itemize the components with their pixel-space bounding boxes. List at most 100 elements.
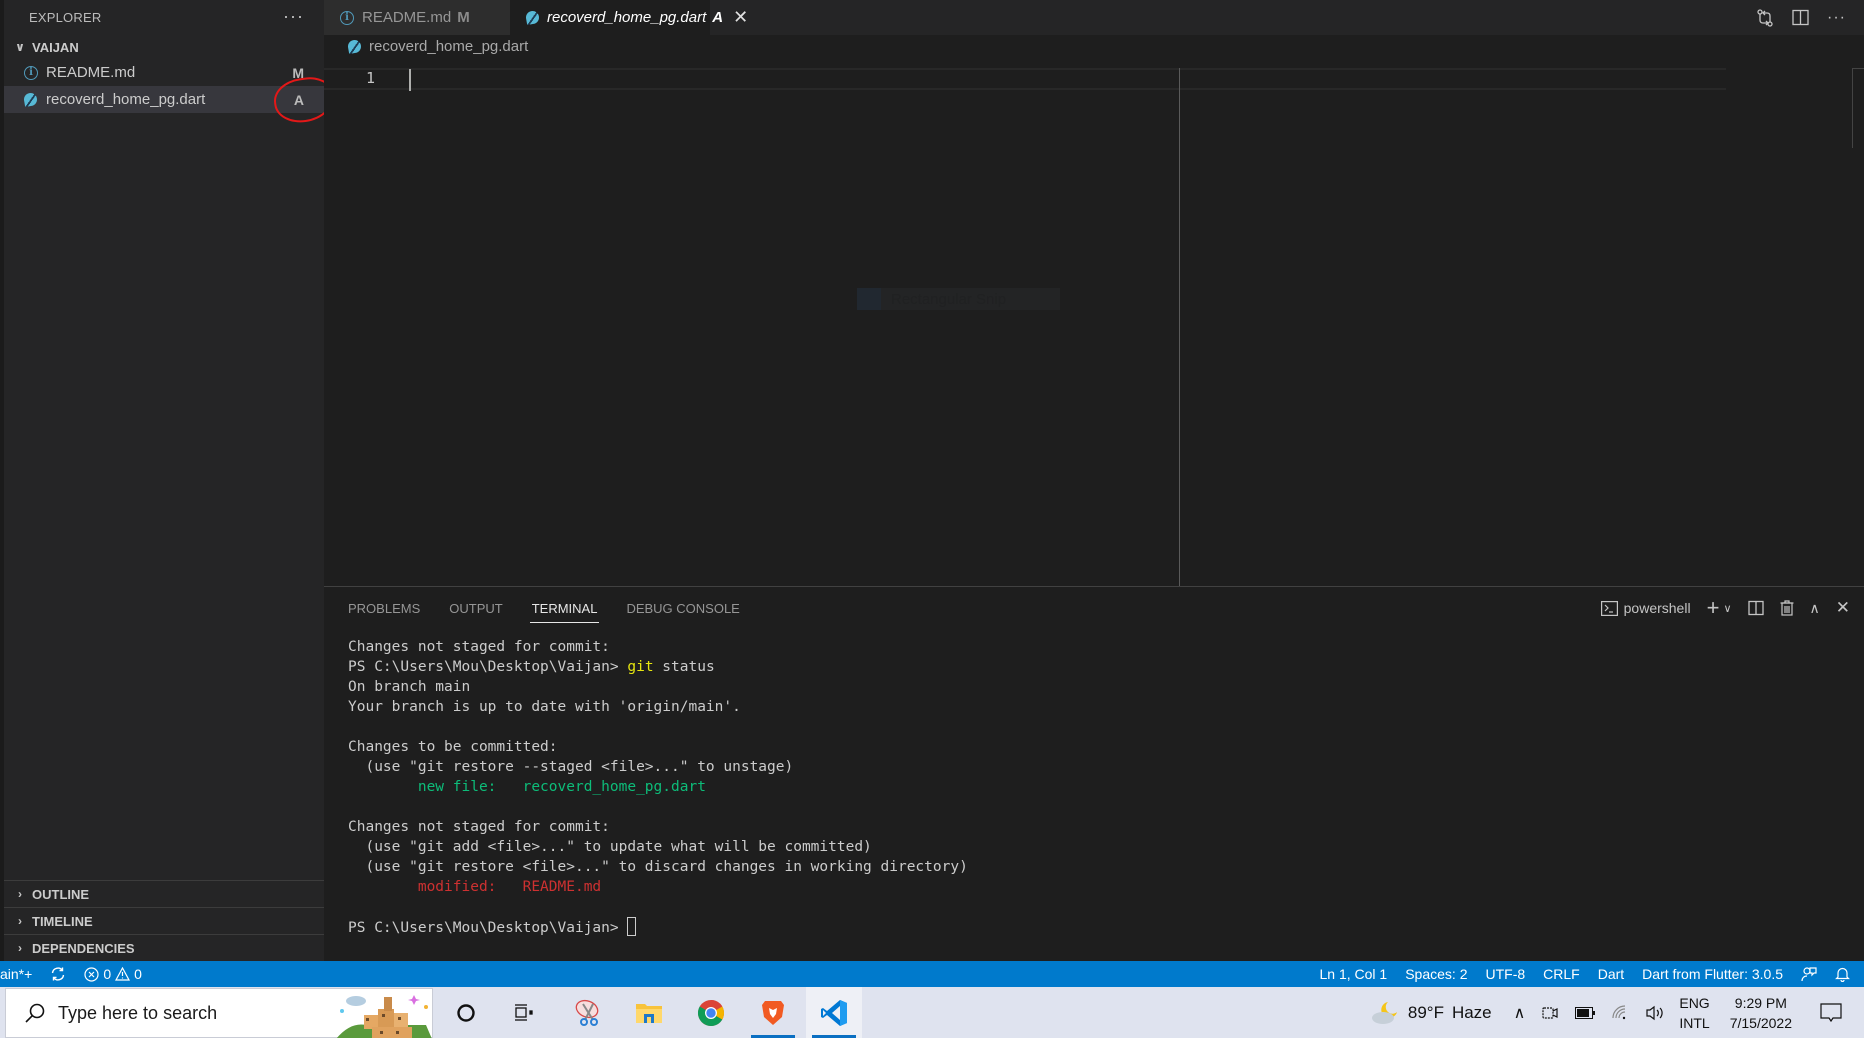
snipping-tool-button[interactable] xyxy=(560,987,616,1038)
search-highlight-illustration xyxy=(336,995,432,1038)
file-item-readme[interactable]: i README.md M xyxy=(4,59,324,86)
cortana-button[interactable] xyxy=(438,987,494,1038)
tab-git-badge: M xyxy=(457,9,470,26)
folder-name: VAIJAN xyxy=(32,39,79,55)
close-tab-icon[interactable]: ✕ xyxy=(733,7,748,28)
feedback-icon[interactable] xyxy=(1801,966,1817,982)
section-outline[interactable]: › OUTLINE xyxy=(4,880,324,907)
file-explorer-button[interactable] xyxy=(621,987,677,1038)
folder-header[interactable]: ∨ VAIJAN xyxy=(4,35,324,59)
dart-icon xyxy=(22,91,39,108)
chrome-button[interactable] xyxy=(683,987,739,1038)
file-item-recoverd-home-pg[interactable]: recoverd_home_pg.dart A xyxy=(4,74,337,126)
chevron-right-icon: › xyxy=(18,941,22,955)
vscode-icon xyxy=(821,999,847,1026)
tab-label: recoverd_home_pg.dart xyxy=(547,9,707,26)
taskbar-search-box[interactable]: Type here to search xyxy=(5,988,433,1038)
vscode-button[interactable] xyxy=(806,987,862,1038)
weather-moon-cloud-icon xyxy=(1371,1001,1397,1024)
weather-widget[interactable]: 89°F Haze xyxy=(1370,1000,1492,1026)
vertical-ruler xyxy=(1179,68,1180,586)
brave-button[interactable] xyxy=(745,987,801,1038)
git-branch[interactable]: ain*+ xyxy=(0,966,32,982)
info-icon: i xyxy=(24,65,38,80)
more-actions-icon[interactable]: ··· xyxy=(1827,9,1846,27)
explorer-header: EXPLORER ··· xyxy=(4,0,324,35)
git-status-badge: A xyxy=(293,91,304,108)
explorer-title: EXPLORER xyxy=(29,10,102,25)
terminal-line-staged: new file: recoverd_home_pg.dart xyxy=(348,779,706,795)
sdk-version[interactable]: Dart from Flutter: 3.0.5 xyxy=(1642,966,1783,982)
open-changes-icon[interactable] xyxy=(1756,8,1774,27)
split-editor-icon[interactable] xyxy=(1792,9,1809,26)
more-actions-icon[interactable]: ··· xyxy=(283,6,304,27)
text-cursor xyxy=(409,69,411,91)
action-center-icon[interactable] xyxy=(1820,1002,1842,1023)
maximize-panel-icon[interactable]: ∧ xyxy=(1810,600,1820,617)
line-ending[interactable]: CRLF xyxy=(1543,966,1580,982)
section-label: DEPENDENCIES xyxy=(32,940,135,956)
windows-taskbar: Type here to search 89°F Haze ∧ ENG INTL… xyxy=(0,987,1864,1038)
breadcrumb-file[interactable]: recoverd_home_pg.dart xyxy=(369,38,528,55)
terminal-prompt: PS C:\Users\Mou\Desktop\Vaijan> xyxy=(348,920,628,936)
volume-icon[interactable] xyxy=(1645,1005,1665,1021)
snip-icon xyxy=(857,288,881,310)
tab-git-badge: A xyxy=(712,9,724,26)
terminal-selector[interactable]: powershell xyxy=(1600,600,1691,616)
minimap[interactable] xyxy=(1852,68,1864,148)
section-label: TIMELINE xyxy=(32,913,93,929)
tab-problems[interactable]: PROBLEMS xyxy=(348,587,420,629)
split-terminal-icon[interactable] xyxy=(1747,600,1764,616)
terminal-line: Changes to be committed: xyxy=(348,739,558,755)
show-hidden-icons-icon[interactable]: ∧ xyxy=(1514,1003,1526,1023)
editor-actions: ··· xyxy=(1756,0,1846,35)
clock[interactable]: 9:29 PM 7/15/2022 xyxy=(1730,993,1792,1033)
terminal-line: (use "git restore <file>..." to discard … xyxy=(348,859,968,875)
section-timeline[interactable]: › TIMELINE xyxy=(4,907,324,934)
chevron-down-icon[interactable]: ∨ xyxy=(1723,602,1731,615)
terminal-command: git xyxy=(627,659,654,675)
tab-terminal[interactable]: TERMINAL xyxy=(529,587,600,629)
close-panel-icon[interactable]: ✕ xyxy=(1836,598,1850,618)
terminal-line: Changes not staged for commit: xyxy=(348,819,610,835)
git-status-badge: M xyxy=(292,64,304,81)
tab-recoverd-home-pg[interactable]: recoverd_home_pg.dart A ✕ xyxy=(510,0,748,35)
problems-indicator[interactable]: 0 0 xyxy=(84,966,142,982)
file-name: recoverd_home_pg.dart xyxy=(46,91,206,108)
meet-now-icon[interactable] xyxy=(1541,1004,1559,1022)
editor-tabs: i README.md M recoverd_home_pg.dart A ✕ … xyxy=(324,0,1864,35)
terminal-line: PS C:\Users\Mou\Desktop\Vaijan> git stat… xyxy=(348,657,968,677)
terminal-line: Your branch is up to date with 'origin/m… xyxy=(348,699,741,715)
notifications-icon[interactable] xyxy=(1835,966,1850,982)
sync-icon[interactable] xyxy=(50,966,66,982)
tab-output[interactable]: OUTPUT xyxy=(449,587,502,629)
clock-time: 9:29 PM xyxy=(1734,994,1787,1011)
trash-icon[interactable] xyxy=(1780,600,1794,616)
encoding[interactable]: UTF-8 xyxy=(1485,966,1525,982)
cortana-icon xyxy=(457,1003,475,1022)
folder-icon xyxy=(636,1003,662,1023)
snip-ghost-overlay: Rectangular Snip xyxy=(857,288,1060,310)
cursor-position[interactable]: Ln 1, Col 1 xyxy=(1320,966,1388,982)
battery-icon[interactable] xyxy=(1575,1006,1596,1019)
input-language[interactable]: ENG INTL xyxy=(1679,993,1709,1033)
warning-count: 0 xyxy=(134,966,142,982)
section-dependencies[interactable]: › DEPENDENCIES xyxy=(4,934,324,961)
tab-readme[interactable]: i README.md M xyxy=(324,0,510,35)
tab-debug-console[interactable]: DEBUG CONSOLE xyxy=(626,587,739,629)
code-editor[interactable]: 1 Rectangular Snip xyxy=(324,57,1864,586)
tray-icons: ∧ xyxy=(1514,1003,1666,1023)
terminal-output[interactable]: Changes not staged for commit: PS C:\User… xyxy=(348,637,968,938)
file-name: README.md xyxy=(46,64,136,81)
system-tray: 89°F Haze ∧ ENG INTL 9:29 PM 7/15/2022 xyxy=(1370,987,1864,1038)
indentation[interactable]: Spaces: 2 xyxy=(1405,966,1467,982)
dart-icon xyxy=(346,38,363,54)
new-terminal-icon[interactable]: + xyxy=(1707,595,1720,621)
explorer-sidebar: EXPLORER ··· ∨ VAIJAN i README.md M reco… xyxy=(0,0,337,961)
wifi-icon[interactable] xyxy=(1611,1004,1629,1021)
task-view-button[interactable] xyxy=(496,987,552,1038)
error-count: 0 xyxy=(103,966,112,982)
weather-condition: Haze xyxy=(1451,1002,1492,1022)
chevron-right-icon: › xyxy=(18,887,22,901)
language-mode[interactable]: Dart xyxy=(1598,966,1624,982)
